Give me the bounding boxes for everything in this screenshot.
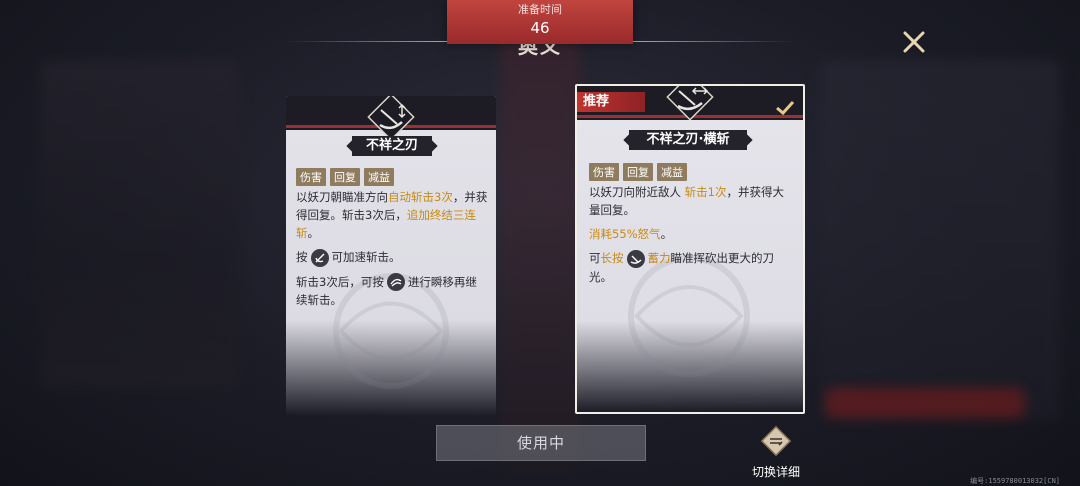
desc-paragraph-2: 按可加速斩击。 [296, 248, 488, 267]
desc-paragraph-3: 可长按 蓄力瞄准挥砍出更大的刀光。 [589, 249, 774, 284]
skill-name: 不祥之刃·横斩 [629, 130, 747, 150]
background-blur-right [820, 60, 1060, 420]
tag-heal: 回复 [330, 168, 360, 186]
horizontal-blade-skill-icon [666, 86, 714, 121]
close-button[interactable] [900, 28, 928, 56]
tag-damage: 伤害 [589, 163, 619, 181]
background-blur-button [825, 388, 1025, 418]
selected-check-icon [776, 100, 795, 116]
desc-paragraph-2: 消耗55%怒气。 [589, 227, 673, 241]
tag-damage: 伤害 [296, 168, 326, 186]
skill-description: 以妖刀朝瞄准方向自动斩击3次，并获得回复。斩击3次后，追加终结三连斩。 按可加速… [296, 188, 488, 315]
attack-button-icon [310, 248, 329, 267]
desc-paragraph-1: 以妖刀向附近敌人 斩击1次，并获得大量回复。 [589, 185, 784, 217]
background-blur-center [500, 30, 580, 470]
desc-paragraph-1: 以妖刀朝瞄准方向自动斩击3次，并获得回复。斩击3次后，追加终结三连斩。 [296, 190, 488, 240]
dash-button-icon [386, 273, 405, 291]
charge-button-icon [626, 249, 645, 268]
tag-heal: 回复 [623, 163, 653, 181]
timer-line-right [633, 41, 793, 42]
skill-description: 以妖刀向附近敌人 斩击1次，并获得大量回复。 消耗55%怒气。 可长按 蓄力瞄准挥… [589, 183, 789, 292]
timer-line-left [287, 41, 447, 42]
in-use-button[interactable]: 使用中 [436, 425, 646, 461]
skill-tags: 伤害 回复 减益 [296, 168, 394, 186]
skill-name: 不祥之刃 [352, 136, 432, 156]
desc-paragraph-3: 斩击3次后，可按 进行瞬移再继续斩击。 [296, 273, 477, 307]
switch-detail-label: 切换详细 [751, 465, 800, 479]
skill-card-1[interactable]: 不祥之刃 伤害 回复 减益 以妖刀朝瞄准方向自动斩击3次，并获得回复。斩击3次后… [286, 96, 496, 416]
build-id-text: 编号:1559780013032[CN] [970, 477, 1060, 485]
tag-debuff: 减益 [657, 163, 687, 181]
timer-value: 46 [530, 19, 550, 37]
skill-card-2[interactable]: 推荐 不祥之刃·横斩 伤害 回复 减益 以妖刀向附近敌人 斩击1次，并获得大量回… [575, 84, 805, 414]
background-blur-left [40, 60, 240, 390]
prep-timer: 准备时间 46 [447, 0, 633, 44]
recommended-badge: 推荐 [577, 92, 645, 112]
switch-detail-button[interactable]: 切换详细 [745, 425, 807, 480]
switch-detail-icon [760, 425, 792, 457]
timer-label: 准备时间 [518, 3, 562, 16]
close-icon [903, 31, 925, 53]
tag-debuff: 减益 [364, 168, 394, 186]
skill-tags: 伤害 回复 减益 [589, 163, 687, 181]
